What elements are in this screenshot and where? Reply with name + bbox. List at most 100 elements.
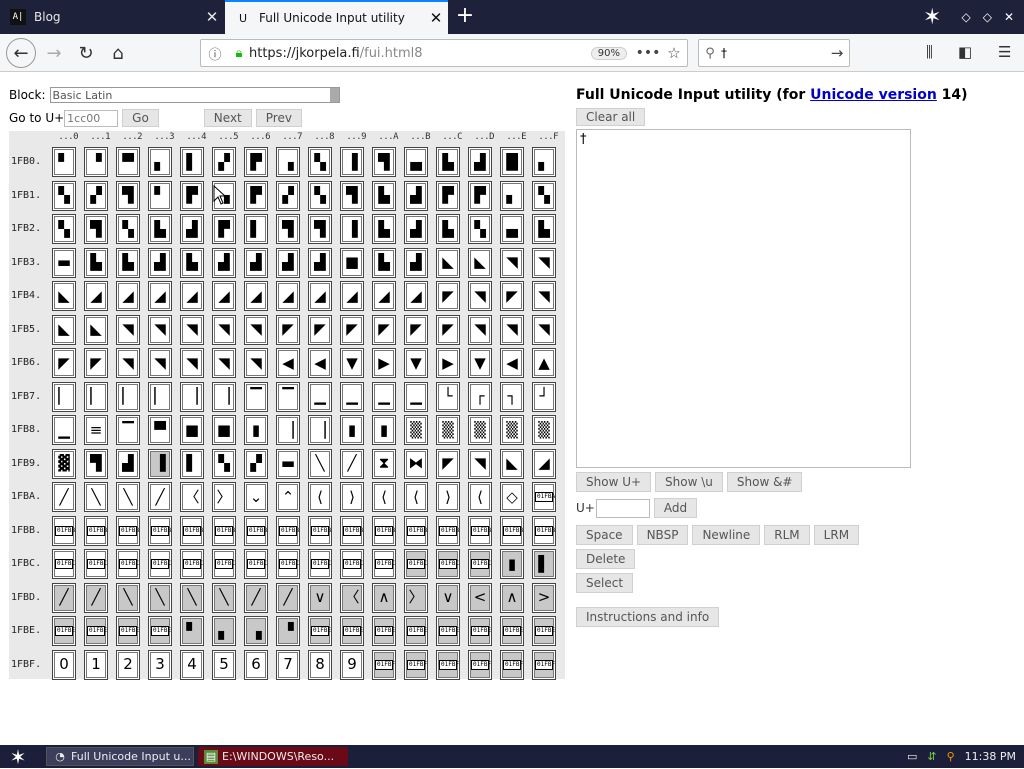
char-cell[interactable]: 01FBE3 [148, 616, 172, 646]
char-cell[interactable]: ▕ [180, 381, 204, 412]
char-cell[interactable]: ▖ [500, 180, 524, 211]
char-cell[interactable]: ▙ [436, 214, 460, 244]
char-cell[interactable]: ◢ [180, 281, 204, 311]
char-cell[interactable]: ▀ [116, 147, 140, 177]
char-cell[interactable]: ╲ [116, 582, 140, 613]
char-cell[interactable]: ◤ [84, 348, 108, 378]
char-cell[interactable]: ◤ [500, 281, 524, 311]
char-cell[interactable]: ▘ [52, 147, 76, 177]
space-button[interactable]: Space [576, 525, 633, 545]
char-cell[interactable]: 01FBBA [372, 515, 396, 546]
char-cell[interactable]: 01FBED [468, 616, 492, 646]
char-cell[interactable]: ╲ [308, 448, 332, 479]
char-cell[interactable]: ▜ [276, 214, 300, 244]
char-cell[interactable]: ◥ [532, 314, 556, 345]
char-cell[interactable]: ▛ [436, 180, 460, 211]
char-cell[interactable]: 01FBB5 [212, 515, 236, 546]
char-cell[interactable]: ▙ [84, 247, 108, 278]
char-cell[interactable]: ▮ [340, 415, 364, 445]
char-cell[interactable]: 01FBCD [468, 549, 492, 579]
char-cell[interactable]: ▌ [532, 549, 556, 579]
char-cell[interactable]: ◣ [84, 314, 108, 345]
char-cell[interactable]: ▛ [180, 180, 204, 211]
char-cell[interactable]: ◣ [52, 314, 76, 345]
char-cell[interactable]: ▙ [372, 247, 396, 278]
char-cell[interactable]: ╲ [180, 582, 204, 613]
char-cell[interactable]: ▄ [500, 214, 524, 244]
char-cell[interactable]: 01FBFA [372, 649, 396, 680]
char-cell[interactable]: ⟨ [308, 482, 332, 512]
char-cell[interactable]: ▙ [148, 214, 172, 244]
taskbar-item-explorer[interactable]: ▤ E:\WINDOWS\Reso... [198, 747, 348, 766]
char-cell[interactable]: ◢ [276, 281, 300, 311]
char-cell[interactable]: ⧗ [372, 448, 396, 479]
char-cell[interactable]: 〈 [180, 482, 204, 512]
show-entity-button[interactable]: Show &# [726, 472, 803, 492]
char-cell[interactable]: 01FBE1 [84, 616, 108, 646]
char-cell[interactable]: ▏ [84, 381, 108, 412]
char-cell[interactable]: ⧓ [404, 448, 428, 479]
char-cell[interactable]: ▜ [116, 180, 140, 211]
show-backslash-u-button[interactable]: Show \u [655, 472, 723, 492]
char-cell[interactable]: ◥ [244, 314, 268, 345]
char-cell[interactable]: ◥ [500, 314, 524, 345]
char-cell[interactable]: 01FBC4 [180, 549, 204, 579]
char-cell[interactable]: 01FBEF [532, 616, 556, 646]
char-cell[interactable]: 01FBFC [436, 649, 460, 680]
char-cell[interactable]: 01FBC1 [84, 549, 108, 579]
char-cell[interactable]: 1 [84, 649, 108, 680]
char-cell[interactable]: ◥ [244, 348, 268, 378]
char-cell[interactable]: 01FBEE [500, 616, 524, 646]
char-cell[interactable]: ◤ [404, 314, 428, 345]
char-cell[interactable]: ▞ [244, 448, 268, 479]
char-cell[interactable]: ∨ [436, 582, 460, 613]
char-cell[interactable]: 01FBFF [532, 649, 556, 680]
char-cell[interactable]: ⟨ [372, 482, 396, 512]
char-cell[interactable]: ▝ [84, 147, 108, 177]
char-cell[interactable]: ▝ [276, 616, 300, 646]
char-cell[interactable]: ▟ [116, 448, 140, 479]
char-cell[interactable]: ▛ [244, 147, 268, 177]
char-cell[interactable]: ◇ [500, 482, 524, 512]
char-cell[interactable]: ▛ [212, 214, 236, 244]
char-cell[interactable]: ◢ [116, 281, 140, 311]
char-cell[interactable]: ▌ [244, 214, 268, 244]
char-cell[interactable]: 01FBBB [404, 515, 428, 546]
char-cell[interactable]: ▛ [244, 180, 268, 211]
add-button[interactable]: Add [653, 498, 698, 518]
char-cell[interactable]: 01FBEB [404, 616, 428, 646]
char-cell[interactable]: ◣ [52, 281, 76, 311]
char-cell[interactable]: ▼ [468, 348, 492, 378]
char-cell[interactable]: ▼ [404, 348, 428, 378]
char-cell[interactable]: ▬ [52, 247, 76, 278]
char-cell[interactable]: ◢ [308, 281, 332, 311]
char-cell[interactable]: ▄ [404, 147, 428, 177]
info-icon[interactable]: ⓘ [201, 44, 229, 63]
char-cell[interactable]: 01FBE2 [116, 616, 140, 646]
char-cell[interactable]: 2 [116, 649, 140, 680]
char-cell[interactable]: ▮ [244, 415, 268, 445]
char-cell[interactable]: 01FBAF [532, 482, 556, 512]
char-cell[interactable]: ◥ [500, 247, 524, 278]
char-cell[interactable]: ◣ [500, 448, 524, 479]
char-cell[interactable]: 4 [180, 649, 204, 680]
char-cell[interactable]: ⟩ [436, 482, 460, 512]
zoom-badge[interactable]: 90% [590, 46, 627, 60]
char-cell[interactable]: ▛ [468, 180, 492, 211]
char-cell[interactable]: ▞ [212, 147, 236, 177]
char-cell[interactable]: ▁ [372, 381, 396, 412]
char-cell[interactable]: ▒ [404, 415, 428, 445]
char-cell[interactable]: ◥ [468, 448, 492, 479]
nbsp-button[interactable]: NBSP [636, 525, 689, 545]
char-cell[interactable]: 5 [212, 649, 236, 680]
show-uplus-button[interactable]: Show U+ [576, 472, 652, 492]
char-cell[interactable]: ▚ [308, 180, 332, 211]
char-cell[interactable]: ◀ [308, 348, 332, 378]
lock-icon[interactable]: 🔒︎ [229, 46, 249, 61]
home-icon[interactable]: ⌂ [104, 39, 132, 67]
char-cell[interactable]: < [468, 582, 492, 613]
char-cell[interactable]: ▚ [532, 180, 556, 211]
char-cell[interactable]: █ [500, 147, 524, 177]
hamburger-menu-icon[interactable]: ☰ [998, 43, 1011, 61]
char-cell[interactable]: 01FBC2 [116, 549, 140, 579]
